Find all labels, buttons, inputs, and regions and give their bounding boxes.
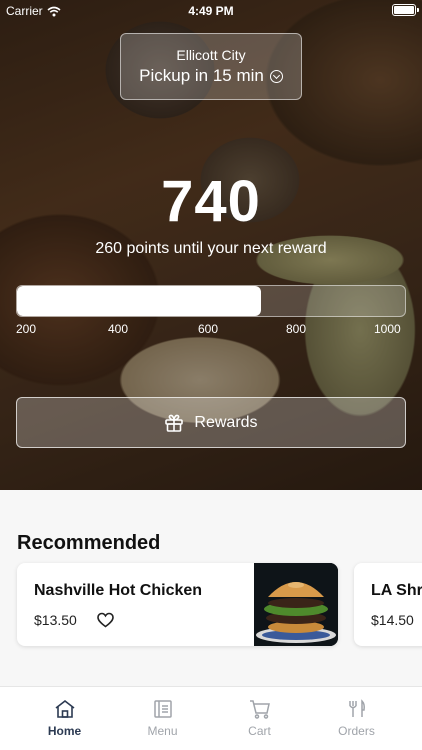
tick-label: 400 bbox=[108, 322, 129, 336]
tick-label: 600 bbox=[198, 322, 219, 336]
chevron-down-icon bbox=[269, 69, 283, 83]
rewards-button[interactable]: Rewards bbox=[16, 397, 406, 448]
battery-icon bbox=[392, 4, 419, 16]
progress-tick-labels: 200 400 600 800 1000 bbox=[16, 322, 406, 338]
tab-home[interactable]: Home bbox=[12, 687, 117, 750]
item-name: LA Shr bbox=[371, 582, 422, 599]
main-content: Recommended Nashville Hot Chicken $13.50… bbox=[0, 490, 422, 686]
points-balance: 740 bbox=[161, 169, 261, 234]
tab-label: Orders bbox=[338, 724, 375, 738]
menu-icon bbox=[153, 700, 172, 718]
tab-label: Cart bbox=[248, 724, 271, 738]
location-selector-button[interactable]: Ellicott City Pickup in 15 min bbox=[120, 33, 302, 100]
hero-section: Carrier 4:49 PM Ellicott City Pickup in … bbox=[0, 0, 422, 490]
location-city: Ellicott City bbox=[176, 47, 246, 63]
burger-thumbnail-image bbox=[254, 563, 338, 646]
tab-label: Menu bbox=[147, 724, 178, 738]
points-until-reward: 260 points until your next reward bbox=[95, 240, 327, 257]
home-icon bbox=[55, 699, 74, 718]
rewards-progress-bar bbox=[16, 285, 406, 317]
tick-label: 800 bbox=[286, 322, 307, 336]
item-price: $13.50 bbox=[34, 612, 77, 628]
gift-icon bbox=[165, 414, 184, 432]
tab-menu[interactable]: Menu bbox=[110, 687, 215, 750]
recommended-title: Recommended bbox=[17, 532, 161, 554]
item-name: Nashville Hot Chicken bbox=[34, 582, 203, 599]
tick-label: 200 bbox=[16, 322, 37, 336]
heart-icon[interactable] bbox=[97, 612, 114, 628]
tab-label: Home bbox=[47, 724, 82, 738]
burger-illustration bbox=[254, 563, 338, 646]
recommended-item-card[interactable]: Nashville Hot Chicken $13.50 bbox=[17, 563, 338, 646]
tick-label: 1000 bbox=[374, 322, 401, 336]
orders-icon bbox=[348, 699, 365, 717]
rewards-button-label: Rewards bbox=[194, 413, 258, 431]
item-price: $14.50 bbox=[371, 612, 414, 628]
pickup-time-label: Pickup in 15 min bbox=[139, 66, 264, 85]
cart-icon bbox=[249, 700, 270, 719]
status-bar: Carrier 4:49 PM bbox=[0, 0, 422, 22]
recommended-item-card[interactable]: LA Shr $14.50 bbox=[354, 563, 422, 646]
rewards-progress-fill bbox=[17, 286, 262, 316]
tab-cart[interactable]: Cart bbox=[207, 687, 312, 750]
bottom-tab-bar: Home Menu Cart Orders bbox=[0, 686, 422, 750]
status-time: 4:49 PM bbox=[188, 4, 234, 18]
tab-orders[interactable]: Orders bbox=[304, 687, 409, 750]
